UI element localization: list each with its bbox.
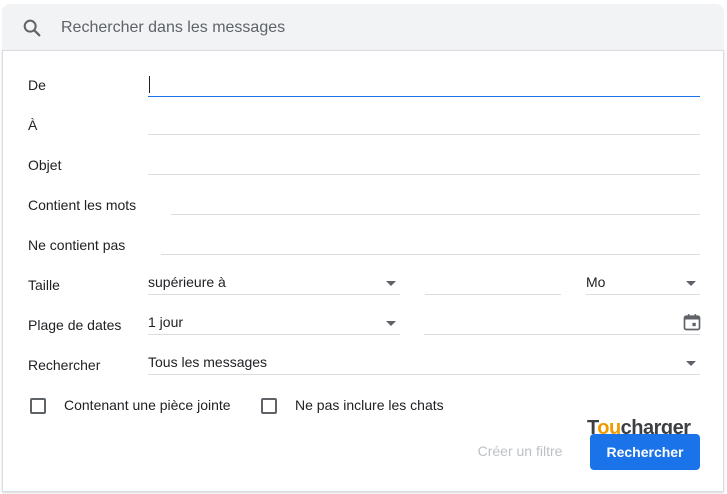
to-field[interactable] xyxy=(148,111,700,135)
size-operator-value: supérieure à xyxy=(148,274,226,290)
search-options-window: Rechercher dans les messages De À Objet … xyxy=(0,0,727,494)
chevron-down-icon xyxy=(686,361,696,366)
text-cursor xyxy=(149,76,150,93)
search-in-label: Rechercher xyxy=(28,357,101,373)
search-in-select[interactable]: Tous les messages xyxy=(148,351,700,375)
date-range-select[interactable]: 1 jour xyxy=(148,311,400,335)
exclude-chats-label: Ne pas inclure les chats xyxy=(295,397,444,413)
chevron-down-icon xyxy=(386,281,396,286)
search-icon[interactable] xyxy=(21,17,43,39)
exclude-chats-checkbox[interactable] xyxy=(261,398,277,414)
size-value-field[interactable] xyxy=(425,271,561,295)
size-label: Taille xyxy=(28,277,60,293)
calendar-icon[interactable] xyxy=(682,312,702,332)
search-button[interactable]: Rechercher xyxy=(590,434,700,470)
date-range-value: 1 jour xyxy=(148,314,184,330)
chevron-down-icon xyxy=(386,321,396,326)
not-words-field[interactable] xyxy=(161,231,700,255)
subject-label: Objet xyxy=(28,157,62,173)
has-words-label: Contient les mots xyxy=(28,197,137,213)
create-filter-button[interactable]: Créer un filtre xyxy=(466,434,574,468)
search-input[interactable]: Rechercher dans les messages xyxy=(61,19,285,37)
has-words-field[interactable] xyxy=(171,191,700,215)
size-operator-select[interactable]: supérieure à xyxy=(148,271,400,295)
size-unit-select[interactable]: Mo xyxy=(586,271,700,295)
has-attachment-label: Contenant une pièce jointe xyxy=(64,397,231,413)
to-label: À xyxy=(28,117,38,133)
advanced-search-panel: De À Objet Contient les mots Ne contient… xyxy=(2,50,724,492)
subject-field[interactable] xyxy=(148,151,700,175)
search-bar[interactable]: Rechercher dans les messages xyxy=(2,4,724,51)
search-in-value: Tous les messages xyxy=(148,354,268,370)
has-attachment-checkbox[interactable] xyxy=(30,398,46,414)
from-label: De xyxy=(28,77,46,93)
size-unit-value: Mo xyxy=(586,274,606,290)
not-words-label: Ne contient pas xyxy=(28,237,126,253)
date-range-label: Plage de dates xyxy=(28,317,122,333)
date-field[interactable] xyxy=(424,311,702,335)
from-field[interactable] xyxy=(148,73,700,97)
chevron-down-icon xyxy=(686,281,696,286)
